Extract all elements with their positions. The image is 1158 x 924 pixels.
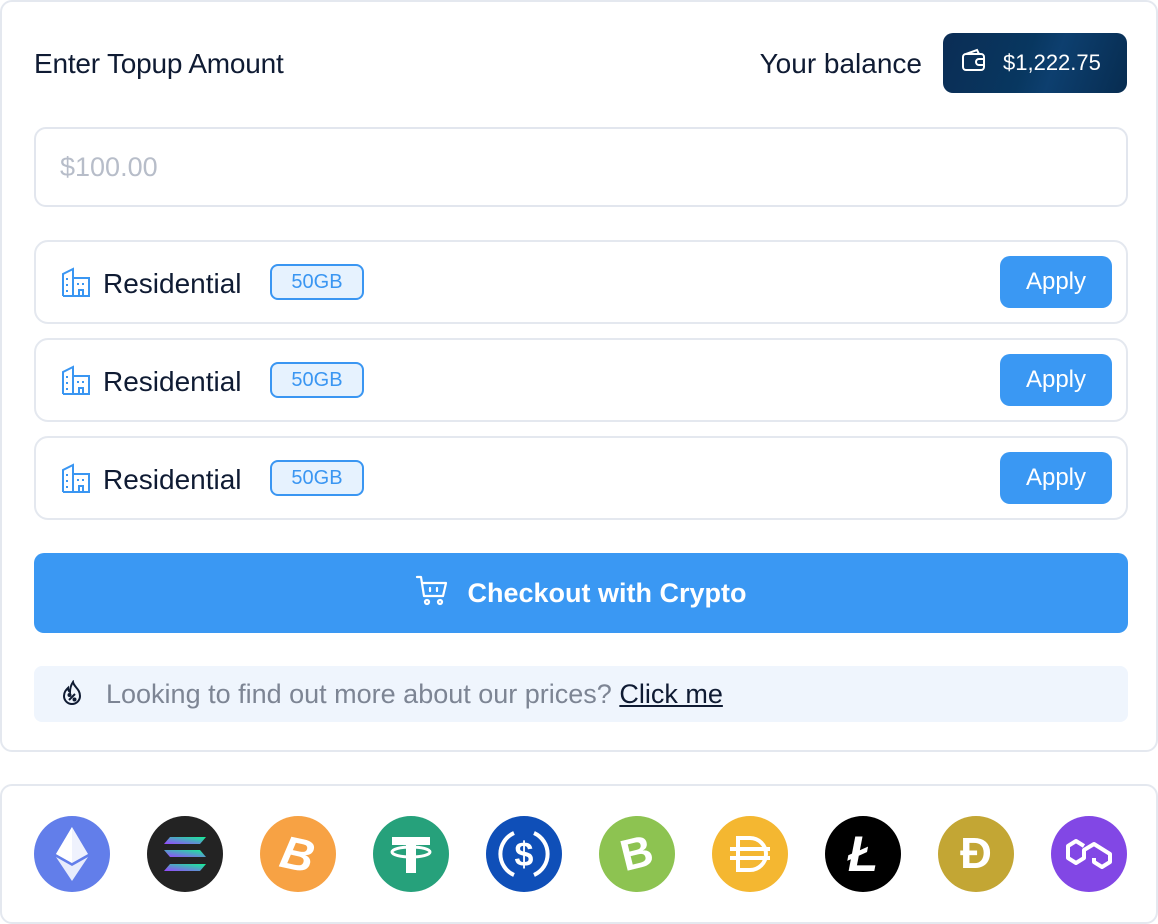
bitcoin-icon[interactable]: B xyxy=(260,816,336,892)
apply-button[interactable]: Apply xyxy=(1000,452,1112,504)
polygon-icon[interactable] xyxy=(1051,816,1127,892)
plan-row: Residential 50GB Apply xyxy=(34,338,1128,422)
topup-card: Enter Topup Amount Your balance $1,222.7… xyxy=(0,0,1158,752)
flame-discount-icon xyxy=(60,679,86,713)
litecoin-icon[interactable]: Ł xyxy=(825,816,901,892)
tether-icon[interactable] xyxy=(373,816,449,892)
checkout-label: Checkout with Crypto xyxy=(467,577,747,608)
bitcoin-cash-icon[interactable]: B xyxy=(599,816,675,892)
plan-name: Residential xyxy=(103,366,242,397)
apply-button[interactable]: Apply xyxy=(1000,354,1112,406)
cart-icon xyxy=(415,574,467,613)
apply-button[interactable]: Apply xyxy=(1000,256,1112,308)
plan-name: Residential xyxy=(103,464,242,495)
building-icon xyxy=(60,266,92,303)
plan-size-badge: 50GB xyxy=(270,362,364,398)
crypto-list: B $ B Ł Đ xyxy=(0,784,1158,924)
pricing-info-banner: Looking to find out more about our price… xyxy=(34,666,1128,722)
plan-size-badge: 50GB xyxy=(270,264,364,300)
usd-coin-icon[interactable]: $ xyxy=(486,816,562,892)
plan-row: Residential 50GB Apply xyxy=(34,436,1128,520)
plan-name: Residential xyxy=(103,268,242,299)
info-text: Looking to find out more about our price… xyxy=(106,676,723,712)
dogecoin-icon[interactable]: Đ xyxy=(938,816,1014,892)
plan-row: Residential 50GB Apply xyxy=(34,240,1128,324)
checkout-button[interactable]: Checkout with Crypto xyxy=(34,553,1128,633)
balance-value: $1,222.75 xyxy=(1003,50,1101,75)
svg-text:$: $ xyxy=(515,836,534,874)
wallet-icon xyxy=(961,48,1003,78)
amount-input[interactable] xyxy=(34,127,1128,207)
plan-size-badge: 50GB xyxy=(270,460,364,496)
page-title: Enter Topup Amount xyxy=(34,48,284,79)
solana-icon[interactable] xyxy=(147,816,223,892)
pricing-link[interactable]: Click me xyxy=(619,679,723,709)
building-icon xyxy=(60,462,92,499)
balance-label: Your balance xyxy=(759,48,922,79)
dai-icon[interactable] xyxy=(712,816,788,892)
info-message: Looking to find out more about our price… xyxy=(106,679,612,709)
ethereum-icon[interactable] xyxy=(34,816,110,892)
building-icon xyxy=(60,364,92,401)
balance-badge: $1,222.75 xyxy=(943,33,1127,93)
